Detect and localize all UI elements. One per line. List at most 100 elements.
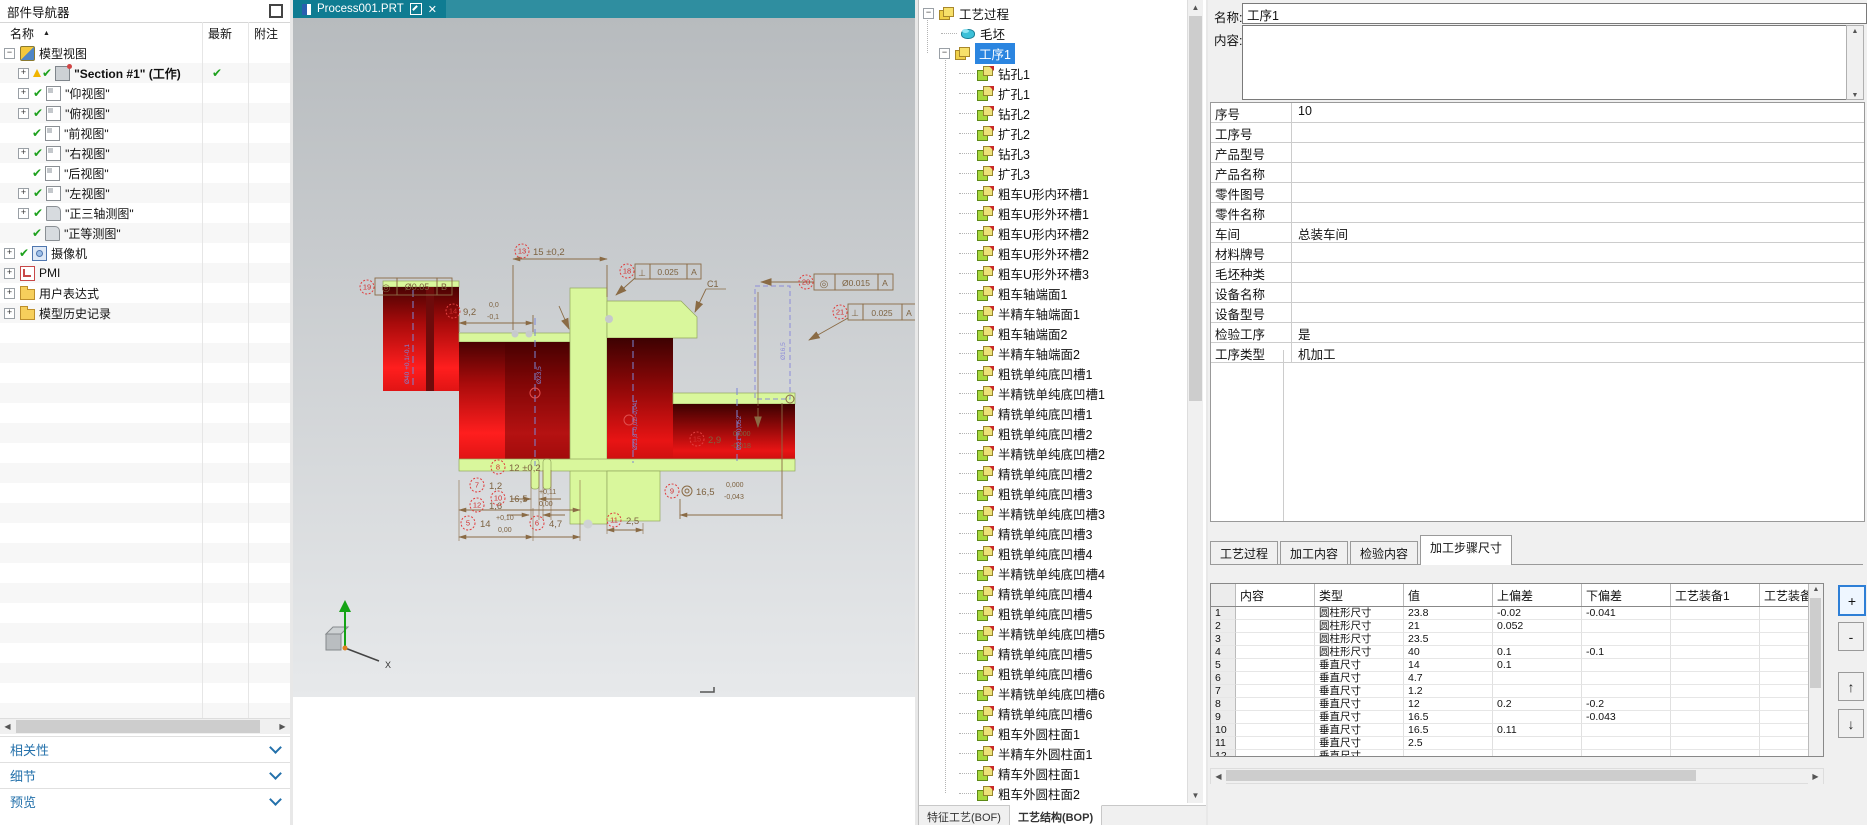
tree-expander[interactable]: + (18, 147, 29, 159)
process-op-item[interactable]: 精铣单纯底凹槽5 (919, 643, 1092, 663)
operation-group[interactable]: − 工序1 (919, 42, 1015, 64)
navigator-tree-row[interactable]: ✔ "后视图" (0, 163, 290, 184)
panel-splitter[interactable] (290, 0, 293, 825)
process-op-item[interactable]: 半精铣单纯底凹槽3 (919, 503, 1105, 523)
scroll-up-icon[interactable]: ▲ (1847, 28, 1863, 35)
process-op-item[interactable]: 半精铣单纯底凹槽1 (919, 383, 1105, 403)
table-row[interactable]: 1 圆柱形尺寸 23.8 -0.02 -0.041 (1211, 607, 1823, 620)
move-down-button[interactable]: ↓ (1838, 709, 1864, 738)
scroll-down-icon[interactable]: ▼ (1847, 92, 1863, 99)
column-latest[interactable]: 最新 (208, 25, 232, 42)
tab-加工步骤尺寸[interactable]: 加工步骤尺寸 (1420, 535, 1513, 565)
table-row-partial[interactable]: 12 垂直尺寸 (1211, 750, 1823, 756)
process-op-item[interactable]: 粗车U形外环槽3 (919, 263, 1089, 283)
process-op-item[interactable]: 精铣单纯底凹槽1 (919, 403, 1092, 423)
property-row[interactable]: 车间 总装车间 (1211, 223, 1864, 243)
tree-expander[interactable]: − (923, 7, 934, 19)
process-op-item[interactable]: 粗铣单纯底凹槽5 (919, 603, 1092, 623)
tree-expander[interactable]: − (939, 47, 950, 59)
process-op-item[interactable]: 钻孔1 (919, 63, 1030, 83)
process-op-item[interactable]: 精铣单纯底凹槽6 (919, 703, 1092, 723)
column-note[interactable]: 附注 (254, 25, 278, 42)
tab-特征工艺(BOF)[interactable]: 特征工艺(BOF) (919, 806, 1010, 825)
navigator-tree-row[interactable]: + 用户表达式 (0, 283, 290, 304)
process-op-item[interactable]: 精铣单纯底凹槽3 (919, 523, 1092, 543)
property-row[interactable]: 零件图号 (1211, 183, 1864, 203)
tab-加工内容[interactable]: 加工内容 (1280, 541, 1349, 565)
table-row[interactable]: 3 圆柱形尺寸 23.5 (1211, 633, 1823, 646)
process-op-item[interactable]: 精铣单纯底凹槽2 (919, 463, 1092, 483)
property-row[interactable]: 序号 10 (1211, 103, 1864, 123)
navigator-tree-row[interactable]: + ✔ "俯视图" (0, 103, 290, 124)
process-op-item[interactable]: 半精铣单纯底凹槽2 (919, 443, 1105, 463)
navigator-tree-row[interactable]: + 模型历史记录 (0, 303, 290, 324)
tree-expander[interactable]: + (4, 247, 15, 259)
scroll-right-icon[interactable]: ▶ (1808, 769, 1823, 784)
maximize-icon[interactable] (269, 4, 283, 18)
table-row[interactable]: 4 圆柱形尺寸 40 0.1 -0.1 (1211, 646, 1823, 659)
column-header[interactable]: 内容 (1236, 584, 1315, 606)
table-vscrollbar[interactable]: ▲ (1808, 584, 1823, 756)
process-op-item[interactable]: 半精铣单纯底凹槽4 (919, 563, 1105, 583)
close-icon[interactable]: ✕ (428, 3, 437, 16)
content-textarea[interactable] (1242, 25, 1852, 100)
scrollbar-thumb[interactable] (16, 720, 260, 733)
navigator-tree-row[interactable]: + PMI (0, 263, 290, 284)
tree-expander[interactable]: + (18, 87, 29, 99)
table-row[interactable]: 11 垂直尺寸 2.5 (1211, 737, 1823, 750)
process-op-item[interactable]: 粗车U形内环槽2 (919, 223, 1089, 243)
column-header[interactable] (1211, 584, 1236, 606)
table-row[interactable]: 5 垂直尺寸 14 0.1 (1211, 659, 1823, 672)
tree-expander[interactable]: + (18, 207, 29, 219)
add-row-button[interactable]: + (1838, 585, 1866, 616)
column-header[interactable]: 下偏差 (1582, 584, 1671, 606)
process-op-item[interactable]: 半精铣单纯底凹槽5 (919, 623, 1105, 643)
process-op-item[interactable]: 粗铣单纯底凹槽4 (919, 543, 1092, 563)
section-预览[interactable]: 预览 (0, 788, 290, 814)
process-op-item[interactable]: 粗铣单纯底凹槽1 (919, 363, 1092, 383)
process-op-item[interactable]: 扩孔1 (919, 83, 1030, 103)
property-row[interactable]: 毛坯种类 (1211, 263, 1864, 283)
tree-expander[interactable]: + (4, 287, 15, 299)
navigator-tree-row[interactable]: + ✔ "Section #1" (工作) ✔ (0, 63, 290, 84)
table-row[interactable]: 6 垂直尺寸 4.7 (1211, 672, 1823, 685)
scroll-right-icon[interactable]: ▶ (275, 719, 290, 734)
column-header[interactable]: 值 (1404, 584, 1493, 606)
navigator-tree-row[interactable]: + ✔ "右视图" (0, 143, 290, 164)
drawing-canvas[interactable]: Ø40 +0,1/-0,1 Ø23,5 Ø23,8 -0,02/-0,041 Ø… (293, 18, 918, 697)
property-row[interactable]: 设备型号 (1211, 303, 1864, 323)
process-op-item[interactable]: 粗车外圆柱面1 (919, 723, 1080, 743)
table-row[interactable]: 10 垂直尺寸 16.5 0.11 (1211, 724, 1823, 737)
process-op-item[interactable]: 粗车轴端面2 (919, 323, 1067, 343)
navigator-tree-row[interactable]: ✔ "前视图" (0, 123, 290, 144)
table-row[interactable]: 2 圆柱形尺寸 21 0.052 (1211, 620, 1823, 633)
navigator-tree-row[interactable]: ✔ "正等测图" (0, 223, 290, 244)
property-row[interactable]: 产品名称 (1211, 163, 1864, 183)
scrollbar-thumb[interactable] (1189, 16, 1202, 401)
navigator-tree-row[interactable]: + ✔ "正三轴测图" (0, 203, 290, 224)
table-row[interactable]: 8 垂直尺寸 12 0.2 -0.2 (1211, 698, 1823, 711)
scroll-left-icon[interactable]: ◀ (0, 719, 15, 734)
process-op-item[interactable]: 粗铣单纯底凹槽2 (919, 423, 1092, 443)
move-up-button[interactable]: ↑ (1838, 672, 1864, 701)
property-row[interactable]: 材料牌号 (1211, 243, 1864, 263)
property-row[interactable]: 设备名称 (1211, 283, 1864, 303)
process-root[interactable]: − 工艺过程 (919, 3, 1009, 23)
navigator-tree-row[interactable]: + ✔ 摄像机 (0, 243, 290, 264)
blank-item[interactable]: 毛坯 (919, 23, 1005, 43)
property-row[interactable]: 检验工序是 (1211, 323, 1864, 343)
process-op-item[interactable]: 扩孔3 (919, 163, 1030, 183)
scrollbar-thumb[interactable] (1810, 598, 1821, 688)
table-row[interactable]: 9 垂直尺寸 16.5 -0.043 (1211, 711, 1823, 724)
process-op-item[interactable]: 钻孔3 (919, 143, 1030, 163)
process-op-item[interactable]: 半精车轴端面1 (919, 303, 1080, 323)
remove-row-button[interactable]: - (1838, 622, 1864, 651)
column-header[interactable]: 上偏差 (1493, 584, 1582, 606)
tab-检验内容[interactable]: 检验内容 (1350, 541, 1419, 565)
process-op-item[interactable]: 精车外圆柱面1 (919, 763, 1080, 783)
process-op-item[interactable]: 粗车轴端面1 (919, 283, 1067, 303)
tab-process001[interactable]: Process001.PRT ✕ (293, 0, 446, 18)
navigator-tree-row[interactable]: + ✔ "仰视图" (0, 83, 290, 104)
scroll-left-icon[interactable]: ◀ (1211, 769, 1226, 784)
property-row[interactable]: 产品型号 (1211, 143, 1864, 163)
